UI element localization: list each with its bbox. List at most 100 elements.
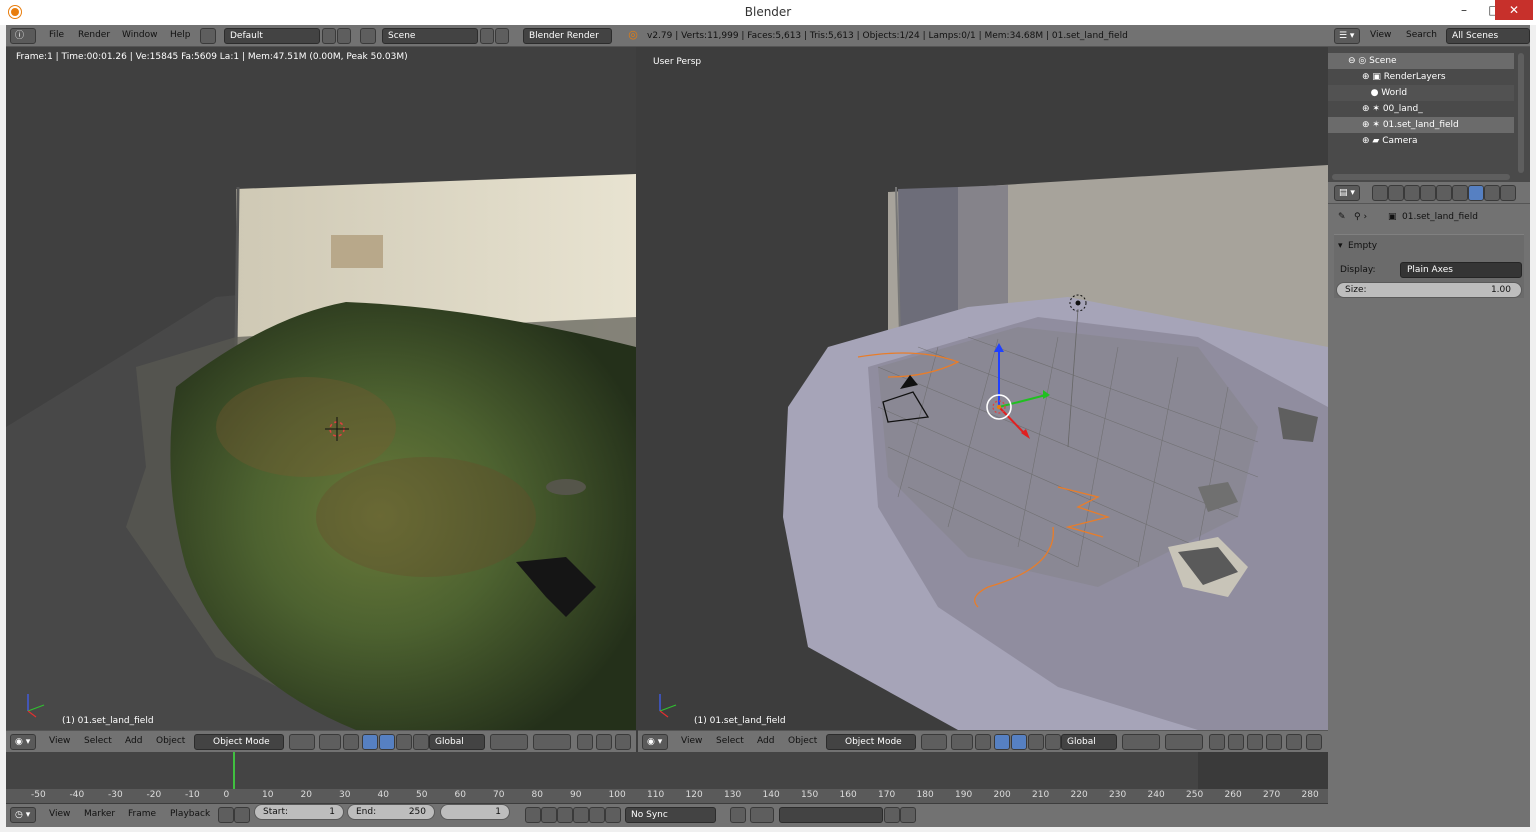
render-preview-icon[interactable] — [1209, 734, 1225, 750]
outliner-item-world[interactable]: ● World — [1328, 85, 1514, 101]
manipulator-toggle-icon[interactable] — [343, 734, 359, 750]
delete-keyframe-icon[interactable] — [900, 807, 916, 823]
outliner-item-scene[interactable]: ⊖ ◎ Scene — [1328, 53, 1514, 69]
close-button[interactable]: ✕ — [1495, 0, 1533, 20]
outliner-display-filter[interactable]: All Scenes — [1446, 28, 1530, 44]
opengl-anim-icon[interactable] — [1306, 734, 1322, 750]
menu-marker[interactable]: Marker — [84, 809, 115, 819]
preview-range-icon[interactable] — [218, 807, 234, 823]
proportional-edit-icon[interactable] — [1247, 734, 1263, 750]
outliner-menu-view[interactable]: View — [1370, 30, 1391, 40]
editor-type-button[interactable]: ☰ ▾ — [1334, 28, 1360, 44]
menu-view[interactable]: View — [49, 809, 70, 819]
viewport-textured[interactable]: Frame:1 | Time:00:01.26 | Ve:15845 Fa:56… — [6, 47, 636, 730]
scene-icon[interactable] — [360, 28, 376, 44]
world-tab-icon[interactable] — [1420, 185, 1436, 201]
outliner-scrollbar[interactable] — [1518, 53, 1524, 173]
menu-frame[interactable]: Frame — [128, 809, 156, 819]
layout-icon[interactable] — [200, 28, 216, 44]
texture-tab-icon[interactable] — [1484, 185, 1500, 201]
outliner-item-camera[interactable]: ⊕ ▰ Camera — [1328, 133, 1514, 149]
translate-icon[interactable] — [362, 734, 378, 750]
rotate-icon[interactable] — [1011, 734, 1027, 750]
orientation-dropdown[interactable]: Global — [429, 734, 485, 750]
current-frame-indicator[interactable] — [233, 752, 235, 789]
menu-playback[interactable]: Playback — [170, 809, 210, 819]
menu-view[interactable]: View — [49, 736, 70, 746]
editor-type-button[interactable]: ◉ ▾ — [10, 734, 36, 750]
layout-selector[interactable]: Default — [224, 28, 320, 44]
next-keyframe-icon[interactable] — [589, 807, 605, 823]
outliner-item-land[interactable]: ⊕ ✶ 00_land_ — [1328, 101, 1514, 117]
render-engine-dropdown[interactable]: Blender Render — [523, 28, 612, 44]
outliner-item-renderlayers[interactable]: ⊕ ▣ RenderLayers — [1328, 69, 1514, 85]
layers-grid-1[interactable] — [1122, 734, 1160, 750]
menu-object[interactable]: Object — [156, 736, 185, 746]
menu-object[interactable]: Object — [788, 736, 817, 746]
mode-dropdown[interactable]: Object Mode — [194, 734, 284, 750]
keying-icon[interactable] — [750, 807, 774, 823]
sync-dropdown[interactable]: No Sync — [625, 807, 716, 823]
outliner-item-set-land-field[interactable]: ⊕ ✶ 01.set_land_field — [1328, 117, 1514, 133]
menu-select[interactable]: Select — [84, 736, 112, 746]
constraints-tab-icon[interactable] — [1452, 185, 1468, 201]
snap-target-icon[interactable] — [1266, 734, 1282, 750]
start-frame-field[interactable]: Start: 1 — [254, 804, 344, 820]
add-layout-icon[interactable] — [322, 28, 336, 44]
keying-set-field[interactable] — [779, 807, 883, 823]
combined-transform-icon[interactable] — [1045, 734, 1061, 750]
layers-grid-1[interactable] — [490, 734, 528, 750]
scene-selector[interactable]: Scene — [382, 28, 478, 44]
layers-grid-2[interactable] — [1165, 734, 1203, 750]
end-frame-field[interactable]: End: 250 — [347, 804, 435, 820]
render-tab-icon[interactable] — [1372, 185, 1388, 201]
combined-transform-icon[interactable] — [413, 734, 429, 750]
play-icon[interactable] — [573, 807, 589, 823]
panel-title[interactable]: Empty — [1348, 241, 1377, 251]
record-icon[interactable] — [730, 807, 746, 823]
play-reverse-icon[interactable] — [557, 807, 573, 823]
lock-range-icon[interactable] — [234, 807, 250, 823]
manipulator-toggle-icon[interactable] — [975, 734, 991, 750]
viewport-solid[interactable]: User Persp (1) 01.set_land_field — [638, 47, 1328, 730]
shading-dropdown[interactable] — [289, 734, 315, 750]
frame-ruler[interactable]: -50 -40 -30 -20 -10 0 10 20 30 40 50 60 70 80 90 100 110… — [6, 789, 1328, 803]
size-field[interactable]: Size: 1.00 — [1336, 282, 1522, 298]
render-preview-icon[interactable] — [577, 734, 593, 750]
menu-window[interactable]: Window — [122, 30, 158, 40]
object-data-tab-icon[interactable] — [1468, 185, 1484, 201]
opengl-render-icon[interactable] — [1286, 734, 1302, 750]
menu-select[interactable]: Select — [716, 736, 744, 746]
pivot-dropdown[interactable] — [951, 734, 973, 750]
menu-file[interactable]: File — [49, 30, 64, 40]
menu-render[interactable]: Render — [78, 30, 110, 40]
panel-collapse-icon[interactable]: ▾ — [1338, 241, 1343, 251]
menu-view[interactable]: View — [681, 736, 702, 746]
outliner-hscrollbar[interactable] — [1332, 174, 1510, 180]
orientation-dropdown[interactable]: Global — [1061, 734, 1117, 750]
remove-scene-icon[interactable] — [495, 28, 509, 44]
minimize-button[interactable]: – — [1449, 0, 1479, 20]
editor-type-button[interactable]: ◷ ▾ — [10, 807, 36, 823]
menu-add[interactable]: Add — [125, 736, 142, 746]
snap-icon[interactable] — [1228, 734, 1244, 750]
scale-icon[interactable] — [1028, 734, 1044, 750]
insert-keyframe-icon[interactable] — [884, 807, 900, 823]
physics-tab-icon[interactable] — [1500, 185, 1516, 201]
jump-end-icon[interactable] — [605, 807, 621, 823]
editor-type-button[interactable]: ⓘ ▾ — [10, 28, 36, 55]
add-scene-icon[interactable] — [480, 28, 494, 44]
scale-icon[interactable] — [396, 734, 412, 750]
render-layers-tab-icon[interactable] — [1388, 185, 1404, 201]
mode-dropdown[interactable]: Object Mode — [826, 734, 916, 750]
prev-keyframe-icon[interactable] — [541, 807, 557, 823]
display-dropdown[interactable]: Plain Axes — [1400, 262, 1522, 278]
proportional-edit-icon[interactable] — [615, 734, 631, 750]
menu-help[interactable]: Help — [170, 30, 191, 40]
pivot-dropdown[interactable] — [319, 734, 341, 750]
rotate-icon[interactable] — [379, 734, 395, 750]
object-tab-icon[interactable] — [1436, 185, 1452, 201]
menu-add[interactable]: Add — [757, 736, 774, 746]
remove-layout-icon[interactable] — [337, 28, 351, 44]
current-frame-field[interactable]: 1 — [440, 804, 510, 820]
